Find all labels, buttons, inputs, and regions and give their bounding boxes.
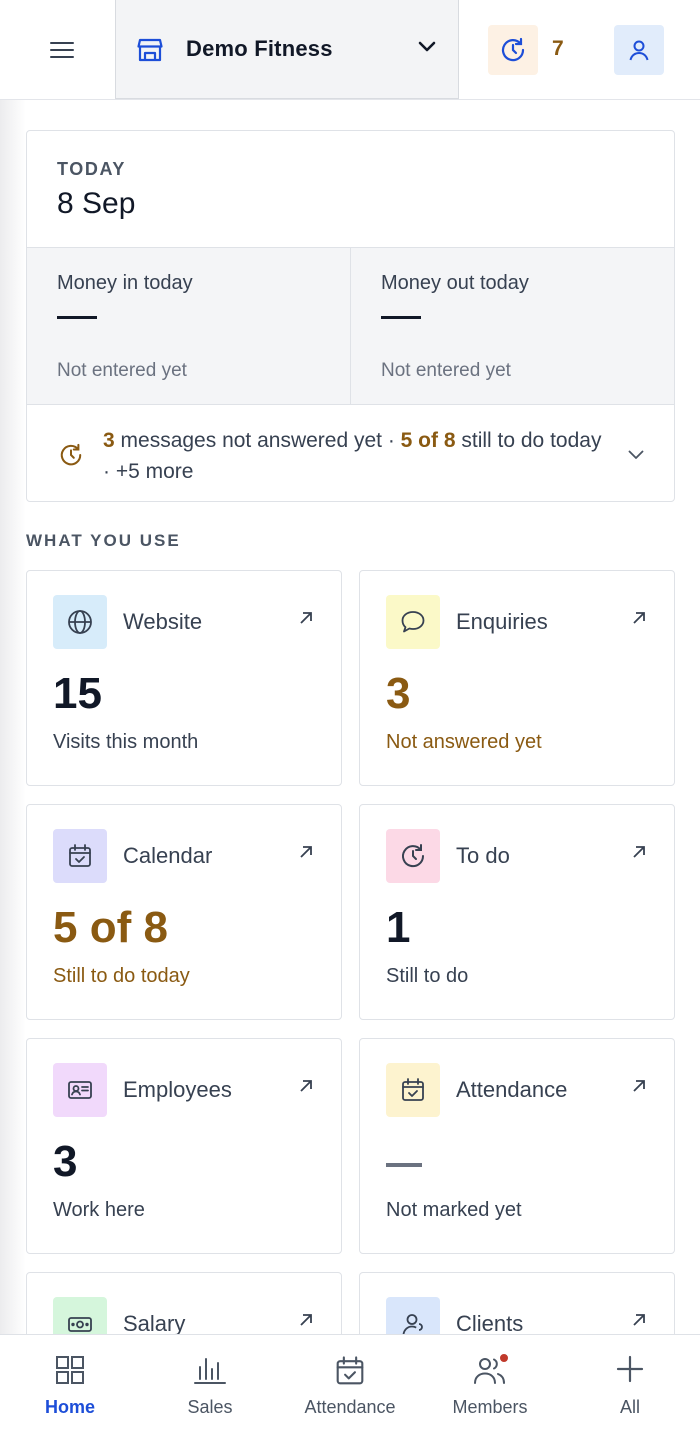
money-in-status: Not entered yet: [57, 360, 187, 381]
nav-members[interactable]: Members: [420, 1335, 560, 1436]
chevron-down-icon[interactable]: [628, 447, 644, 465]
tile-value: 3: [386, 669, 411, 718]
tile-title: Employees: [123, 1077, 232, 1102]
nav-home[interactable]: Home: [0, 1335, 140, 1436]
history-clock-icon: [501, 37, 525, 62]
nav-label: Attendance: [304, 1397, 396, 1417]
grid-icon: [55, 1355, 85, 1390]
user-icon: [629, 40, 649, 61]
top-header: Demo Fitness 7: [0, 0, 700, 100]
arrow-up-right-icon: [299, 1313, 313, 1332]
tile-subtitle: Still to do today: [53, 965, 190, 987]
todo-count: 5 of 8: [400, 429, 456, 452]
today-label: TODAY: [57, 159, 127, 179]
calendar-check-icon: [53, 829, 107, 883]
chat-bubble-icon: [386, 595, 440, 649]
nav-label: Sales: [187, 1397, 233, 1417]
today-summary-card: TODAY 8 Sep Money in today Not entered y…: [26, 130, 675, 502]
tile-employees[interactable]: Employees 3 Work here: [26, 1038, 342, 1254]
pending-count[interactable]: 7: [552, 37, 564, 61]
tile-title: Calendar: [123, 843, 213, 868]
organization-selector[interactable]: Demo Fitness: [115, 0, 459, 99]
arrow-up-right-icon: [632, 1079, 646, 1098]
globe-icon: [53, 595, 107, 649]
calendar-check-icon: [386, 1063, 440, 1117]
tile-website[interactable]: Website 15 Visits this month: [26, 570, 342, 786]
chevron-down-icon: [418, 40, 436, 58]
nav-label: Members: [452, 1397, 528, 1417]
tile-value: 15: [53, 669, 102, 718]
page-edge-shade: [0, 0, 26, 1436]
messages-text: messages not answered yet ·: [114, 429, 401, 452]
money-in-empty-dash: [57, 316, 97, 319]
history-clock-icon: [386, 829, 440, 883]
tile-title: To do: [456, 843, 510, 868]
history-clock-icon: [59, 443, 83, 472]
money-row: Money in today Not entered yet Money out…: [27, 247, 674, 405]
plus-icon: [616, 1355, 644, 1388]
calendar-check-icon: [334, 1355, 366, 1392]
bar-chart-icon: [193, 1355, 227, 1390]
money-out-status: Not entered yet: [381, 360, 511, 381]
store-icon: [136, 36, 164, 69]
tile-title: Enquiries: [456, 609, 548, 634]
arrow-up-right-icon: [299, 845, 313, 864]
tile-subtitle: Not answered yet: [386, 731, 542, 753]
arrow-up-right-icon: [632, 1313, 646, 1332]
arrow-up-right-icon: [632, 611, 646, 630]
nav-attendance[interactable]: Attendance: [280, 1335, 420, 1436]
tile-calendar[interactable]: Calendar 5 of 8 Still to do today: [26, 804, 342, 1020]
tile-subtitle: Not marked yet: [386, 1199, 522, 1221]
id-card-icon: [53, 1063, 107, 1117]
tile-to-do[interactable]: To do 1 Still to do: [359, 804, 675, 1020]
pending-tasks-button[interactable]: [488, 25, 538, 75]
tile-title: Attendance: [456, 1077, 568, 1102]
organization-name: Demo Fitness: [186, 36, 333, 61]
notification-dot: [498, 1352, 510, 1364]
bottom-navigation: Home Sales Attendance Members All: [0, 1334, 700, 1436]
tile-empty-dash: [386, 1163, 422, 1167]
nav-sales[interactable]: Sales: [140, 1335, 280, 1436]
arrow-up-right-icon: [299, 611, 313, 630]
messages-count: 3: [103, 429, 115, 452]
tile-value: 5 of 8: [53, 903, 168, 952]
tile-attendance[interactable]: Attendance Not marked yet: [359, 1038, 675, 1254]
nav-label: Home: [44, 1397, 95, 1417]
money-out-empty-dash: [381, 316, 421, 319]
money-in-title: Money in today: [57, 272, 193, 294]
pending-summary-text: 3 messages not answered yet · 5 of 8 sti…: [103, 425, 613, 487]
section-title: WHAT YOU USE: [26, 531, 181, 550]
arrow-up-right-icon: [632, 845, 646, 864]
tile-subtitle: Still to do: [386, 965, 469, 987]
pending-summary-row[interactable]: 3 messages not answered yet · 5 of 8 sti…: [27, 405, 674, 501]
nav-label: All: [619, 1397, 640, 1417]
today-date: 8 Sep: [57, 187, 136, 220]
money-out-title: Money out today: [381, 272, 529, 294]
profile-button[interactable]: [614, 25, 664, 75]
nav-all[interactable]: All: [560, 1335, 700, 1436]
hamburger-icon: [50, 42, 74, 58]
tile-subtitle: Work here: [53, 1199, 145, 1221]
money-in-panel[interactable]: Money in today Not entered yet: [27, 248, 350, 404]
tile-value: 3: [53, 1137, 78, 1186]
menu-button[interactable]: [40, 28, 84, 72]
tile-subtitle: Visits this month: [53, 731, 199, 753]
tile-title: Website: [123, 609, 203, 634]
tile-value: 1: [386, 903, 411, 952]
tile-enquiries[interactable]: Enquiries 3 Not answered yet: [359, 570, 675, 786]
money-out-panel[interactable]: Money out today Not entered yet: [350, 248, 673, 404]
arrow-up-right-icon: [299, 1079, 313, 1098]
